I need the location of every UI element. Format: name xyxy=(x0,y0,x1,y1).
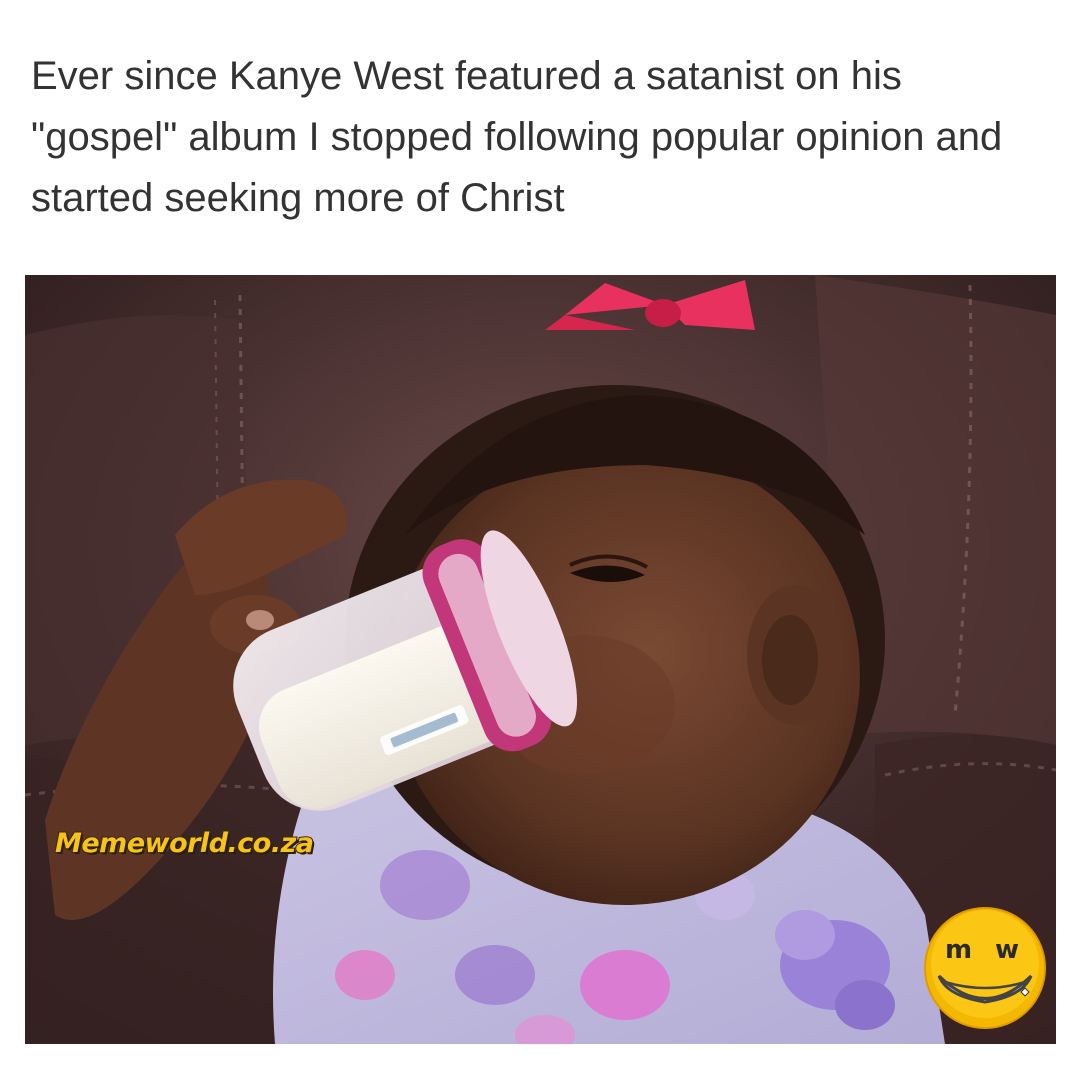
meme-page: Ever since Kanye West featured a satanis… xyxy=(0,0,1080,1080)
meme-caption: Ever since Kanye West featured a satanis… xyxy=(31,54,1003,220)
logo-letters: m xyxy=(945,935,972,965)
grinning-face-logo-icon: m w xyxy=(923,906,1047,1030)
meme-photo: Memeworld.co.za xyxy=(25,275,1056,1044)
watermark-text: Memeworld.co.za xyxy=(54,827,315,860)
svg-text:w: w xyxy=(995,935,1019,965)
